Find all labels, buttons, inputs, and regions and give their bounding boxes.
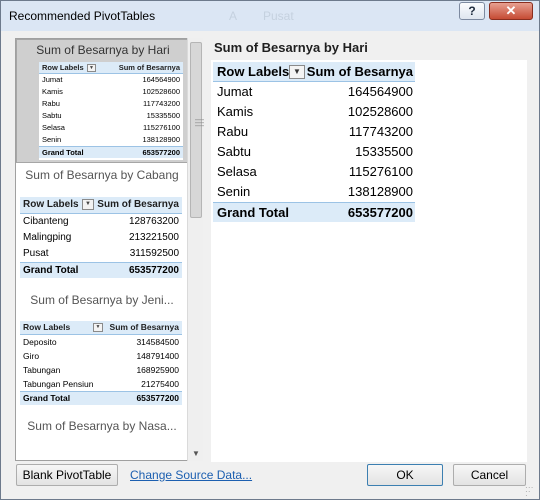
mini-table-header: Row Labels ▼ Sum of Besarnya bbox=[39, 62, 183, 74]
filter-dropdown-icon: ▼ bbox=[87, 64, 96, 72]
table-row: Giro 148791400 bbox=[23, 351, 179, 361]
preview-table-header: Row Labels ▼ Sum of Besarnya bbox=[213, 62, 415, 82]
filter-dropdown-icon: ▼ bbox=[82, 199, 94, 210]
close-button[interactable]: ✕ bbox=[489, 2, 533, 20]
table-row: Deposito 314584500 bbox=[23, 337, 179, 347]
table-row: Senin 138128900 bbox=[217, 184, 413, 199]
recommended-list-content: Sum of Besarnya by Hari Row Labels ▼ Sum… bbox=[16, 39, 188, 460]
mini-pivot-table: Row Labels ▼ Sum of Besarnya Jumat 16456… bbox=[39, 62, 183, 160]
table-row: Kamis 102528600 bbox=[217, 104, 413, 119]
mini-pivot-table: Row Labels ▼ Sum of Besarnya Deposito 31… bbox=[20, 321, 182, 405]
table-row: Selasa 115276100 bbox=[217, 164, 413, 179]
background-ghost-text: Pusat bbox=[263, 9, 294, 23]
mini-pivot-table: Row Labels ▼ Sum of Besarnya Cibanteng 1… bbox=[20, 197, 182, 279]
pivot-preview: Row Labels ▼ Sum of Besarnya Jumat 16456… bbox=[211, 60, 527, 462]
help-button[interactable]: ? bbox=[459, 2, 485, 20]
window-title: Recommended PivotTables bbox=[9, 9, 156, 23]
table-row: Jumat 164564900 bbox=[42, 75, 180, 84]
filter-dropdown-icon: ▼ bbox=[93, 323, 103, 332]
table-row: Senin 138128900 bbox=[42, 135, 180, 144]
change-source-data-link[interactable]: Change Source Data... bbox=[130, 468, 252, 482]
table-row: Kamis 102528600 bbox=[42, 87, 180, 96]
ok-button[interactable]: OK bbox=[367, 464, 443, 486]
table-row: Rabu 117743200 bbox=[217, 124, 413, 139]
table-row: Tabungan Pensiun 21275400 bbox=[23, 379, 179, 389]
grip-icon: — — — bbox=[195, 114, 204, 130]
table-row: Malingping 213221500 bbox=[23, 232, 179, 243]
table-row: Pusat 311592500 bbox=[23, 248, 179, 259]
table-row: Selasa 115276100 bbox=[42, 123, 180, 132]
cancel-button[interactable]: Cancel bbox=[453, 464, 526, 486]
grand-total-row: Grand Total 653577200 bbox=[20, 391, 182, 405]
recommended-list[interactable]: Sum of Besarnya by Hari Row Labels ▼ Sum… bbox=[15, 38, 203, 461]
help-icon: ? bbox=[468, 4, 476, 18]
thumbnail-by-cabang[interactable]: Sum of Besarnya by Cabang Row Labels ▼ S… bbox=[16, 163, 188, 285]
preview-title: Sum of Besarnya by Hari bbox=[214, 40, 368, 55]
grand-total-row: Grand Total 653577200 bbox=[213, 202, 415, 222]
thumbnail-title: Sum of Besarnya by Jeni... bbox=[30, 293, 174, 307]
mini-table-header: Row Labels ▼ Sum of Besarnya bbox=[20, 321, 182, 335]
scroll-down-arrow-icon[interactable]: ▼ bbox=[191, 450, 201, 458]
table-row: Cibanteng 128763200 bbox=[23, 216, 179, 227]
mini-table-header: Row Labels ▼ Sum of Besarnya bbox=[20, 197, 182, 214]
filter-dropdown-icon: ▼ bbox=[289, 65, 305, 79]
thumbnail-by-hari[interactable]: Sum of Besarnya by Hari Row Labels ▼ Sum… bbox=[16, 39, 188, 163]
thumbnail-by-nasabah[interactable]: Sum of Besarnya by Nasa... bbox=[16, 413, 188, 460]
list-scrollbar[interactable]: — — — ▼ bbox=[187, 38, 204, 461]
close-icon: ✕ bbox=[505, 3, 517, 18]
table-row: Jumat 164564900 bbox=[217, 84, 413, 99]
grand-total-row: Grand Total 653577200 bbox=[20, 262, 182, 278]
table-row: Sabtu 15335500 bbox=[42, 111, 180, 120]
blank-pivottable-button[interactable]: Blank PivotTable bbox=[16, 464, 118, 486]
table-row: Sabtu 15335500 bbox=[217, 144, 413, 159]
scrollbar-thumb[interactable]: — — — bbox=[190, 42, 204, 218]
background-ghost-text: A bbox=[229, 9, 238, 23]
recommended-pivottables-dialog: A Pusat Recommended PivotTables ? ✕ Sum … bbox=[0, 0, 540, 500]
table-row: Tabungan 168925900 bbox=[23, 365, 179, 375]
thumbnail-title: Sum of Besarnya by Nasa... bbox=[27, 419, 177, 433]
grand-total-row: Grand Total 653577200 bbox=[39, 146, 183, 158]
thumbnail-title: Sum of Besarnya by Hari bbox=[36, 43, 170, 57]
table-row: Rabu 117743200 bbox=[42, 99, 180, 108]
thumbnail-title: Sum of Besarnya by Cabang bbox=[25, 168, 179, 182]
resize-grip-icon[interactable]: · · · · · · bbox=[525, 484, 535, 500]
thumbnail-by-jenis[interactable]: Sum of Besarnya by Jeni... Row Labels ▼ … bbox=[16, 285, 188, 413]
title-bar[interactable]: A Pusat Recommended PivotTables ? ✕ bbox=[1, 1, 539, 31]
